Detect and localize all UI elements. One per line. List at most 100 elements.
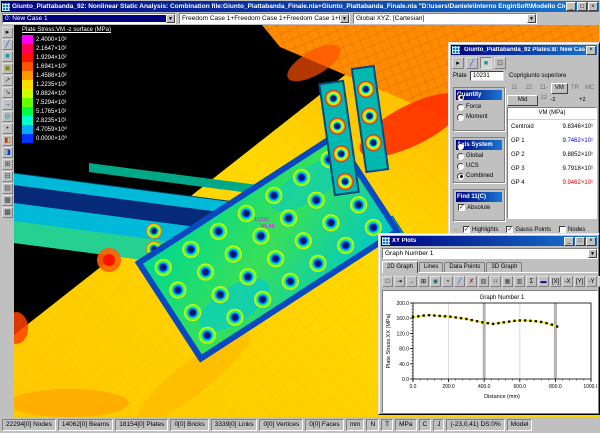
graph-tab-3d-graph[interactable]: 3D Graph (486, 262, 522, 272)
axis-local-radio[interactable] (457, 143, 464, 150)
status-cell: 22294[0] Nodes (2, 419, 56, 431)
axis-ucs-label: UCS (466, 163, 479, 169)
pointer-tool-button[interactable]: ▸ (2, 27, 13, 38)
close-button[interactable]: × (588, 2, 598, 11)
main-title-bar: Giunto_Piattabanda_92: Nonlinear Static … (1, 1, 599, 12)
quantity-force-option[interactable]: Force (454, 102, 504, 112)
axis-combined-option[interactable]: Combined (454, 171, 504, 181)
axis-x-button[interactable]: [X] (550, 276, 561, 287)
save-graph-button[interactable]: ▦ (502, 276, 513, 287)
axis-ucs-option[interactable]: UCS (454, 161, 504, 171)
stress-tab-11-22[interactable]: 11-22 (536, 83, 551, 94)
axis-combined-radio[interactable] (457, 173, 464, 180)
clipboard-grid-button[interactable]: ▧ (478, 276, 489, 287)
link-tool-button[interactable]: ↗ (2, 75, 13, 86)
close-button[interactable]: × (586, 46, 596, 55)
plate-select-button[interactable]: ■ (480, 57, 492, 69)
gauss-points-check-row: Gauss Points (506, 226, 551, 233)
grid-snap-button[interactable]: ◨ (2, 147, 13, 158)
data-points-button[interactable]: ∷ (490, 276, 501, 287)
mesh-tri-button[interactable]: ⊟ (2, 171, 13, 182)
mesh-grid-button[interactable]: ▦ (2, 195, 13, 206)
xy-close-button[interactable]: × (586, 237, 596, 246)
graph-tab-data-points[interactable]: Data Points (444, 262, 485, 272)
surface-tab--z[interactable]: -z (538, 95, 567, 106)
legend-value: 7.5294×10¹ (36, 100, 67, 106)
mesh-dense-button[interactable]: ▩ (2, 207, 13, 218)
quantity-force-radio[interactable] (457, 104, 464, 111)
xy-chart[interactable]: Graph Number 10.0200.0400.0600.0800.0100… (383, 291, 597, 412)
cylinder-tool-button[interactable]: ◎ (2, 111, 13, 122)
sum-button[interactable]: Σ (526, 276, 537, 287)
axis-global-label: Global (466, 153, 483, 159)
stress-tab-tr[interactable]: TR (568, 83, 583, 94)
stress-tab-11[interactable]: 11 (507, 83, 522, 94)
axis-y-button[interactable]: [Y] (574, 276, 585, 287)
legend-swatch (22, 62, 33, 71)
x-tick-label: 1000.0 (583, 384, 597, 390)
graph-tab-lines[interactable]: Lines (419, 262, 443, 272)
axis-neg-x-button[interactable]: -X (562, 276, 573, 287)
legend-swatch (22, 53, 33, 62)
print-preview-button[interactable]: ◔ (442, 276, 453, 287)
legend-entry: 7.5294×10¹ (22, 98, 111, 107)
mesh-rows-button[interactable]: ▤ (2, 183, 13, 194)
surface-tab--z[interactable]: +z (568, 95, 597, 106)
mesh-quad-button[interactable]: ⊞ (2, 159, 13, 170)
pointer-icon: ▸ (456, 60, 460, 67)
status-cell: (-23,0,41) DS:0% (446, 419, 504, 431)
edit-pen-button[interactable]: ╱ (454, 276, 465, 287)
highlights-checkbox[interactable] (463, 226, 470, 233)
copy-values-button[interactable]: ⊡ (494, 57, 506, 69)
coordinate-system-combobox[interactable]: Global XYZ: [Cartesian] ▼ (353, 13, 537, 24)
plate-tool-button[interactable]: ■ (2, 51, 13, 62)
graph-tab-2d-graph[interactable]: 2D Graph (382, 261, 418, 273)
table-view-button[interactable]: ▥ (514, 276, 525, 287)
chevron-down-icon[interactable]: ▼ (588, 249, 597, 258)
new-graph-button[interactable]: □ (382, 276, 393, 287)
legend-entry: 5.1765×10¹ (22, 107, 111, 116)
xy-maximize-button[interactable]: □ (575, 237, 585, 246)
stress-tab-vm[interactable]: VM (551, 83, 568, 94)
copy-graph-button[interactable]: ⊞ (418, 276, 429, 287)
export-graph-button[interactable]: → (406, 276, 417, 287)
stress-tab-22[interactable]: 22 (522, 83, 537, 94)
quantity-moment-radio[interactable] (457, 114, 464, 121)
result-case-combobox[interactable]: 0: New Case 1 ▼ (2, 13, 176, 24)
brick-tool-button[interactable]: ▣ (2, 63, 13, 74)
line-tool-button[interactable]: ╱ (2, 39, 13, 50)
draw-line-button[interactable]: ╱ (466, 57, 478, 69)
open-graph-button[interactable]: ⇥ (394, 276, 405, 287)
graph-selector-combobox[interactable]: Graph Number 1 ▼ (382, 248, 598, 259)
axis-global-radio[interactable] (457, 153, 464, 160)
chevron-down-icon[interactable]: ▼ (166, 14, 175, 23)
select-arrow-button[interactable]: → (2, 99, 13, 110)
pointer-button[interactable]: ▸ (452, 57, 464, 69)
delete-graph-button[interactable]: ✗ (466, 276, 477, 287)
axis-ucs-radio[interactable] (457, 163, 464, 170)
plate-number-input[interactable]: 10231 (470, 71, 504, 81)
chevron-down-icon[interactable]: ▼ (340, 14, 349, 23)
chevron-down-icon[interactable]: ▼ (527, 14, 536, 23)
nodes-checkbox[interactable] (559, 226, 566, 233)
point-mark-button[interactable]: • (2, 123, 13, 134)
graph-chart-panel[interactable]: Graph Number 10.0200.0400.0600.0800.0100… (382, 290, 598, 413)
stress-tab-mc[interactable]: MC (582, 83, 597, 94)
globe-button[interactable]: ◉ (430, 276, 441, 287)
legend-entries: 2.4000×10²2.1647×10²1.9294×10²1.6941×10²… (22, 35, 111, 143)
freedom-case-combobox[interactable]: Freedom Case 1+Freedom Case 1+Freedom Ca… (179, 13, 350, 24)
measure-tool-button[interactable]: ↘ (2, 87, 13, 98)
gauss-points-checkbox[interactable] (506, 226, 513, 233)
marker-bar-button[interactable]: ▬ (538, 276, 549, 287)
axis-global-option[interactable]: Global (454, 151, 504, 161)
node-snap-button[interactable]: ◧ (2, 135, 13, 146)
absolute-checkbox[interactable] (458, 204, 465, 211)
minimize-button[interactable]: _ (566, 2, 576, 11)
quantity-moment-option[interactable]: Moment (454, 112, 504, 122)
maximize-button[interactable]: □ (577, 2, 587, 11)
quantity-stress-radio[interactable] (457, 94, 464, 101)
legend-entry: 4.7059×10⁰ (22, 125, 111, 134)
surface-tab-mid[interactable]: Mid (507, 95, 538, 106)
xy-minimize-button[interactable]: _ (564, 237, 574, 246)
axis-neg-y-button[interactable]: -Y (586, 276, 597, 287)
